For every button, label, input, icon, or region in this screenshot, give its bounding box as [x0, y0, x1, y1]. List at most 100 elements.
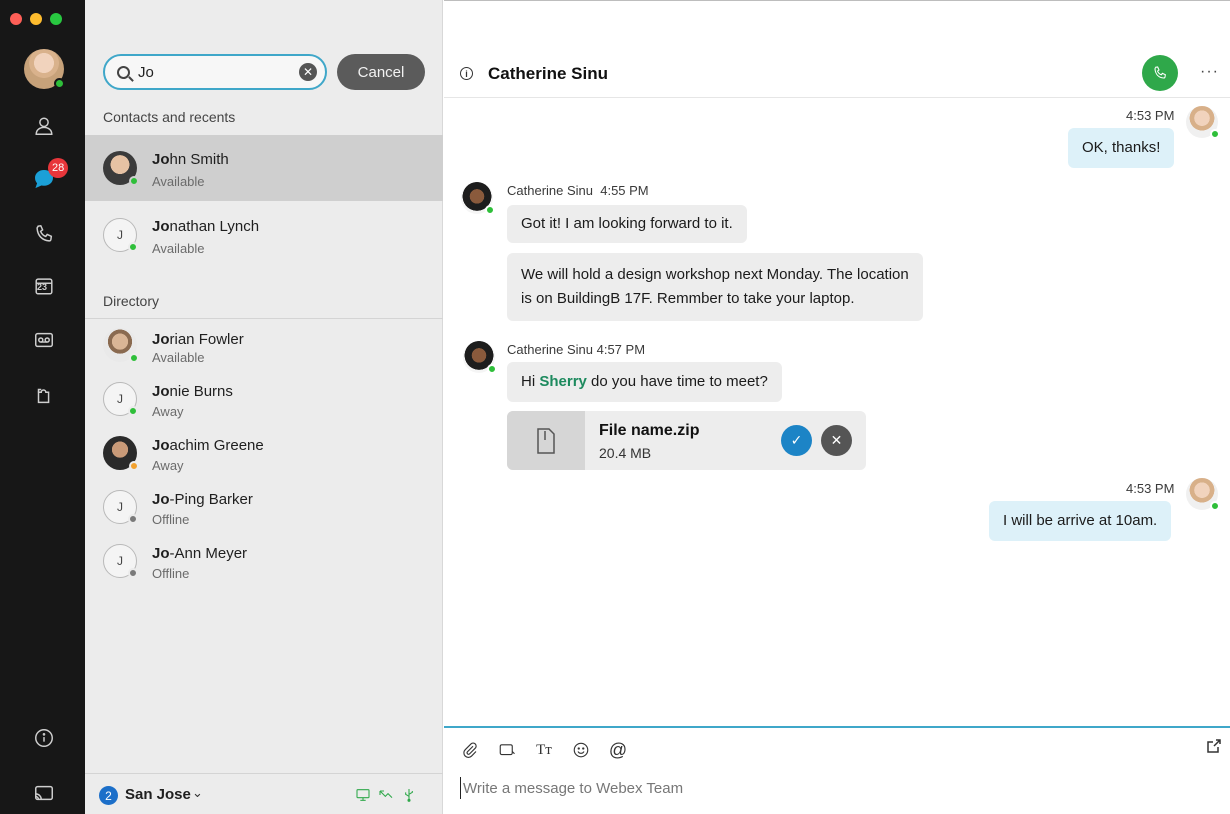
panel-footer: 2 San Jose ⌄ — [85, 773, 443, 814]
conversation-title: Catherine Sinu — [488, 64, 608, 83]
contact-row-john-smith[interactable]: John Smith Available — [85, 135, 443, 201]
desktop-icon[interactable] — [355, 787, 371, 803]
contact-avatar — [103, 151, 139, 186]
network-icon[interactable] — [378, 787, 394, 803]
presence-indicator — [1210, 129, 1220, 139]
call-button[interactable] — [1142, 55, 1178, 91]
message-bubble-incoming: Hi Sherry do you have time to meet? — [507, 362, 782, 402]
contact-avatar: J — [103, 544, 138, 578]
presence-indicator — [1210, 501, 1220, 511]
mention-icon[interactable]: @ — [608, 740, 628, 760]
emoji-icon[interactable] — [571, 740, 591, 760]
contact-name: Jo-Ping Barker — [152, 491, 253, 508]
presence-indicator — [128, 514, 138, 524]
contact-status: Available — [152, 241, 205, 256]
contacts-icon[interactable] — [30, 112, 58, 140]
file-thumbnail — [507, 411, 585, 470]
directory-row-jo-ann-meyer[interactable]: J Jo-Ann Meyer Offline — [85, 536, 443, 590]
window-controls — [10, 13, 62, 25]
contact-status: Away — [152, 458, 184, 473]
user-avatar[interactable] — [24, 49, 65, 89]
contact-status: Away — [152, 404, 184, 419]
close-window-button[interactable] — [10, 13, 22, 25]
contact-name: John Smith — [152, 151, 229, 168]
contact-name: Jo-Ann Meyer — [152, 545, 248, 562]
directory-row-joachim-greene[interactable]: Joachim Greene Away — [85, 428, 443, 482]
calendar-day: 23 — [37, 282, 48, 292]
unread-count-badge: 28 — [48, 158, 69, 178]
calendar-icon[interactable]: 23 — [30, 272, 58, 300]
message-bubble-outgoing: I will be arrive at 10am. — [989, 501, 1172, 541]
message-bubble-incoming: Got it! I am looking forward to it. — [507, 205, 747, 243]
conversation-header: i Catherine Sinu ··· — [444, 0, 1230, 98]
conversation-pane: i Catherine Sinu ··· 4:53 PM OK, thanks!… — [444, 0, 1230, 814]
chevron-down-icon[interactable]: ⌄ — [192, 785, 203, 801]
contact-name: Jonie Burns — [152, 383, 233, 400]
contact-status: Available — [152, 350, 205, 365]
help-icon[interactable] — [30, 724, 58, 752]
directory-row-jonie-burns[interactable]: J Jonie Burns Away — [85, 374, 443, 428]
message-bubble-incoming: We will hold a design workshop next Mond… — [507, 253, 923, 321]
contact-status: Available — [152, 174, 205, 189]
cancel-button[interactable]: Cancel — [337, 54, 425, 90]
search-field[interactable]: Jo ✕ — [103, 54, 327, 90]
location-count-badge: 2 — [99, 786, 118, 805]
presence-indicator — [128, 242, 138, 252]
file-name: File name.zip — [599, 422, 700, 439]
contact-avatar: J — [103, 218, 138, 252]
contact-row-jonathan-lynch[interactable]: J Jonathan Lynch Available — [85, 202, 443, 268]
more-options-icon[interactable]: ··· — [1200, 63, 1219, 81]
cast-icon[interactable] — [30, 779, 58, 807]
info-icon[interactable]: i — [460, 67, 473, 80]
presence-indicator — [54, 78, 65, 89]
voicemail-icon[interactable] — [30, 326, 58, 354]
zoom-window-button[interactable] — [50, 13, 62, 25]
message-timestamp: 4:53 PM — [1126, 108, 1175, 123]
sender-avatar — [463, 341, 497, 374]
clear-search-icon[interactable]: ✕ — [299, 63, 317, 81]
minimize-window-button[interactable] — [30, 13, 42, 25]
message-sender-meta: Catherine Sinu 4:55 PM — [507, 183, 649, 198]
message-bubble-outgoing: OK, thanks! — [1068, 128, 1175, 168]
decline-file-button[interactable]: ✕ — [821, 425, 852, 456]
zip-file-icon — [537, 427, 555, 454]
usb-icon[interactable] — [401, 787, 417, 803]
contact-status: Offline — [152, 512, 190, 527]
presence-indicator — [129, 176, 139, 186]
presence-indicator — [485, 205, 495, 215]
phone-icon — [1154, 66, 1166, 79]
contact-avatar: J — [103, 490, 138, 524]
apps-icon[interactable] — [30, 381, 58, 409]
presence-indicator — [129, 461, 139, 471]
calls-icon[interactable] — [30, 220, 58, 248]
people-search-panel: Jo ✕ Cancel Contacts and recents John Sm… — [85, 0, 443, 814]
navigation-rail: 28 23 — [0, 0, 85, 814]
search-icon — [117, 65, 130, 79]
message-timestamp: 4:53 PM — [1126, 481, 1175, 496]
presence-indicator — [129, 353, 139, 363]
format-text-icon[interactable]: Tт — [534, 740, 554, 760]
mention-link[interactable]: Sherry — [539, 370, 587, 394]
search-input[interactable]: Jo — [138, 64, 299, 81]
sender-avatar — [461, 182, 495, 215]
contact-name: Jorian Fowler — [152, 331, 244, 348]
file-attachment-card[interactable]: File name.zip 20.4 MB ✓ ✕ — [507, 411, 866, 470]
attach-file-icon[interactable] — [460, 740, 480, 760]
section-divider — [85, 318, 443, 319]
composer-toolbar: Tт @ — [460, 740, 628, 760]
presence-indicator — [128, 568, 138, 578]
message-input[interactable] — [460, 777, 1200, 799]
contact-avatar: J — [103, 382, 138, 416]
presence-indicator — [128, 406, 138, 416]
directory-row-jo-ping-barker[interactable]: J Jo-Ping Barker Offline — [85, 482, 443, 536]
contact-name: Joachim Greene — [152, 437, 264, 454]
presence-indicator — [487, 364, 497, 374]
directory-row-jorian-fowler[interactable]: Jorian Fowler Available — [85, 322, 443, 374]
accept-file-button[interactable]: ✓ — [781, 425, 812, 456]
sender-avatar — [1186, 106, 1220, 139]
location-selector[interactable]: San Jose — [125, 786, 191, 803]
message-composer: Tт @ — [444, 726, 1230, 814]
screen-capture-icon[interactable] — [497, 740, 517, 760]
connection-status-icons — [355, 787, 417, 803]
popout-icon[interactable] — [1206, 738, 1222, 754]
